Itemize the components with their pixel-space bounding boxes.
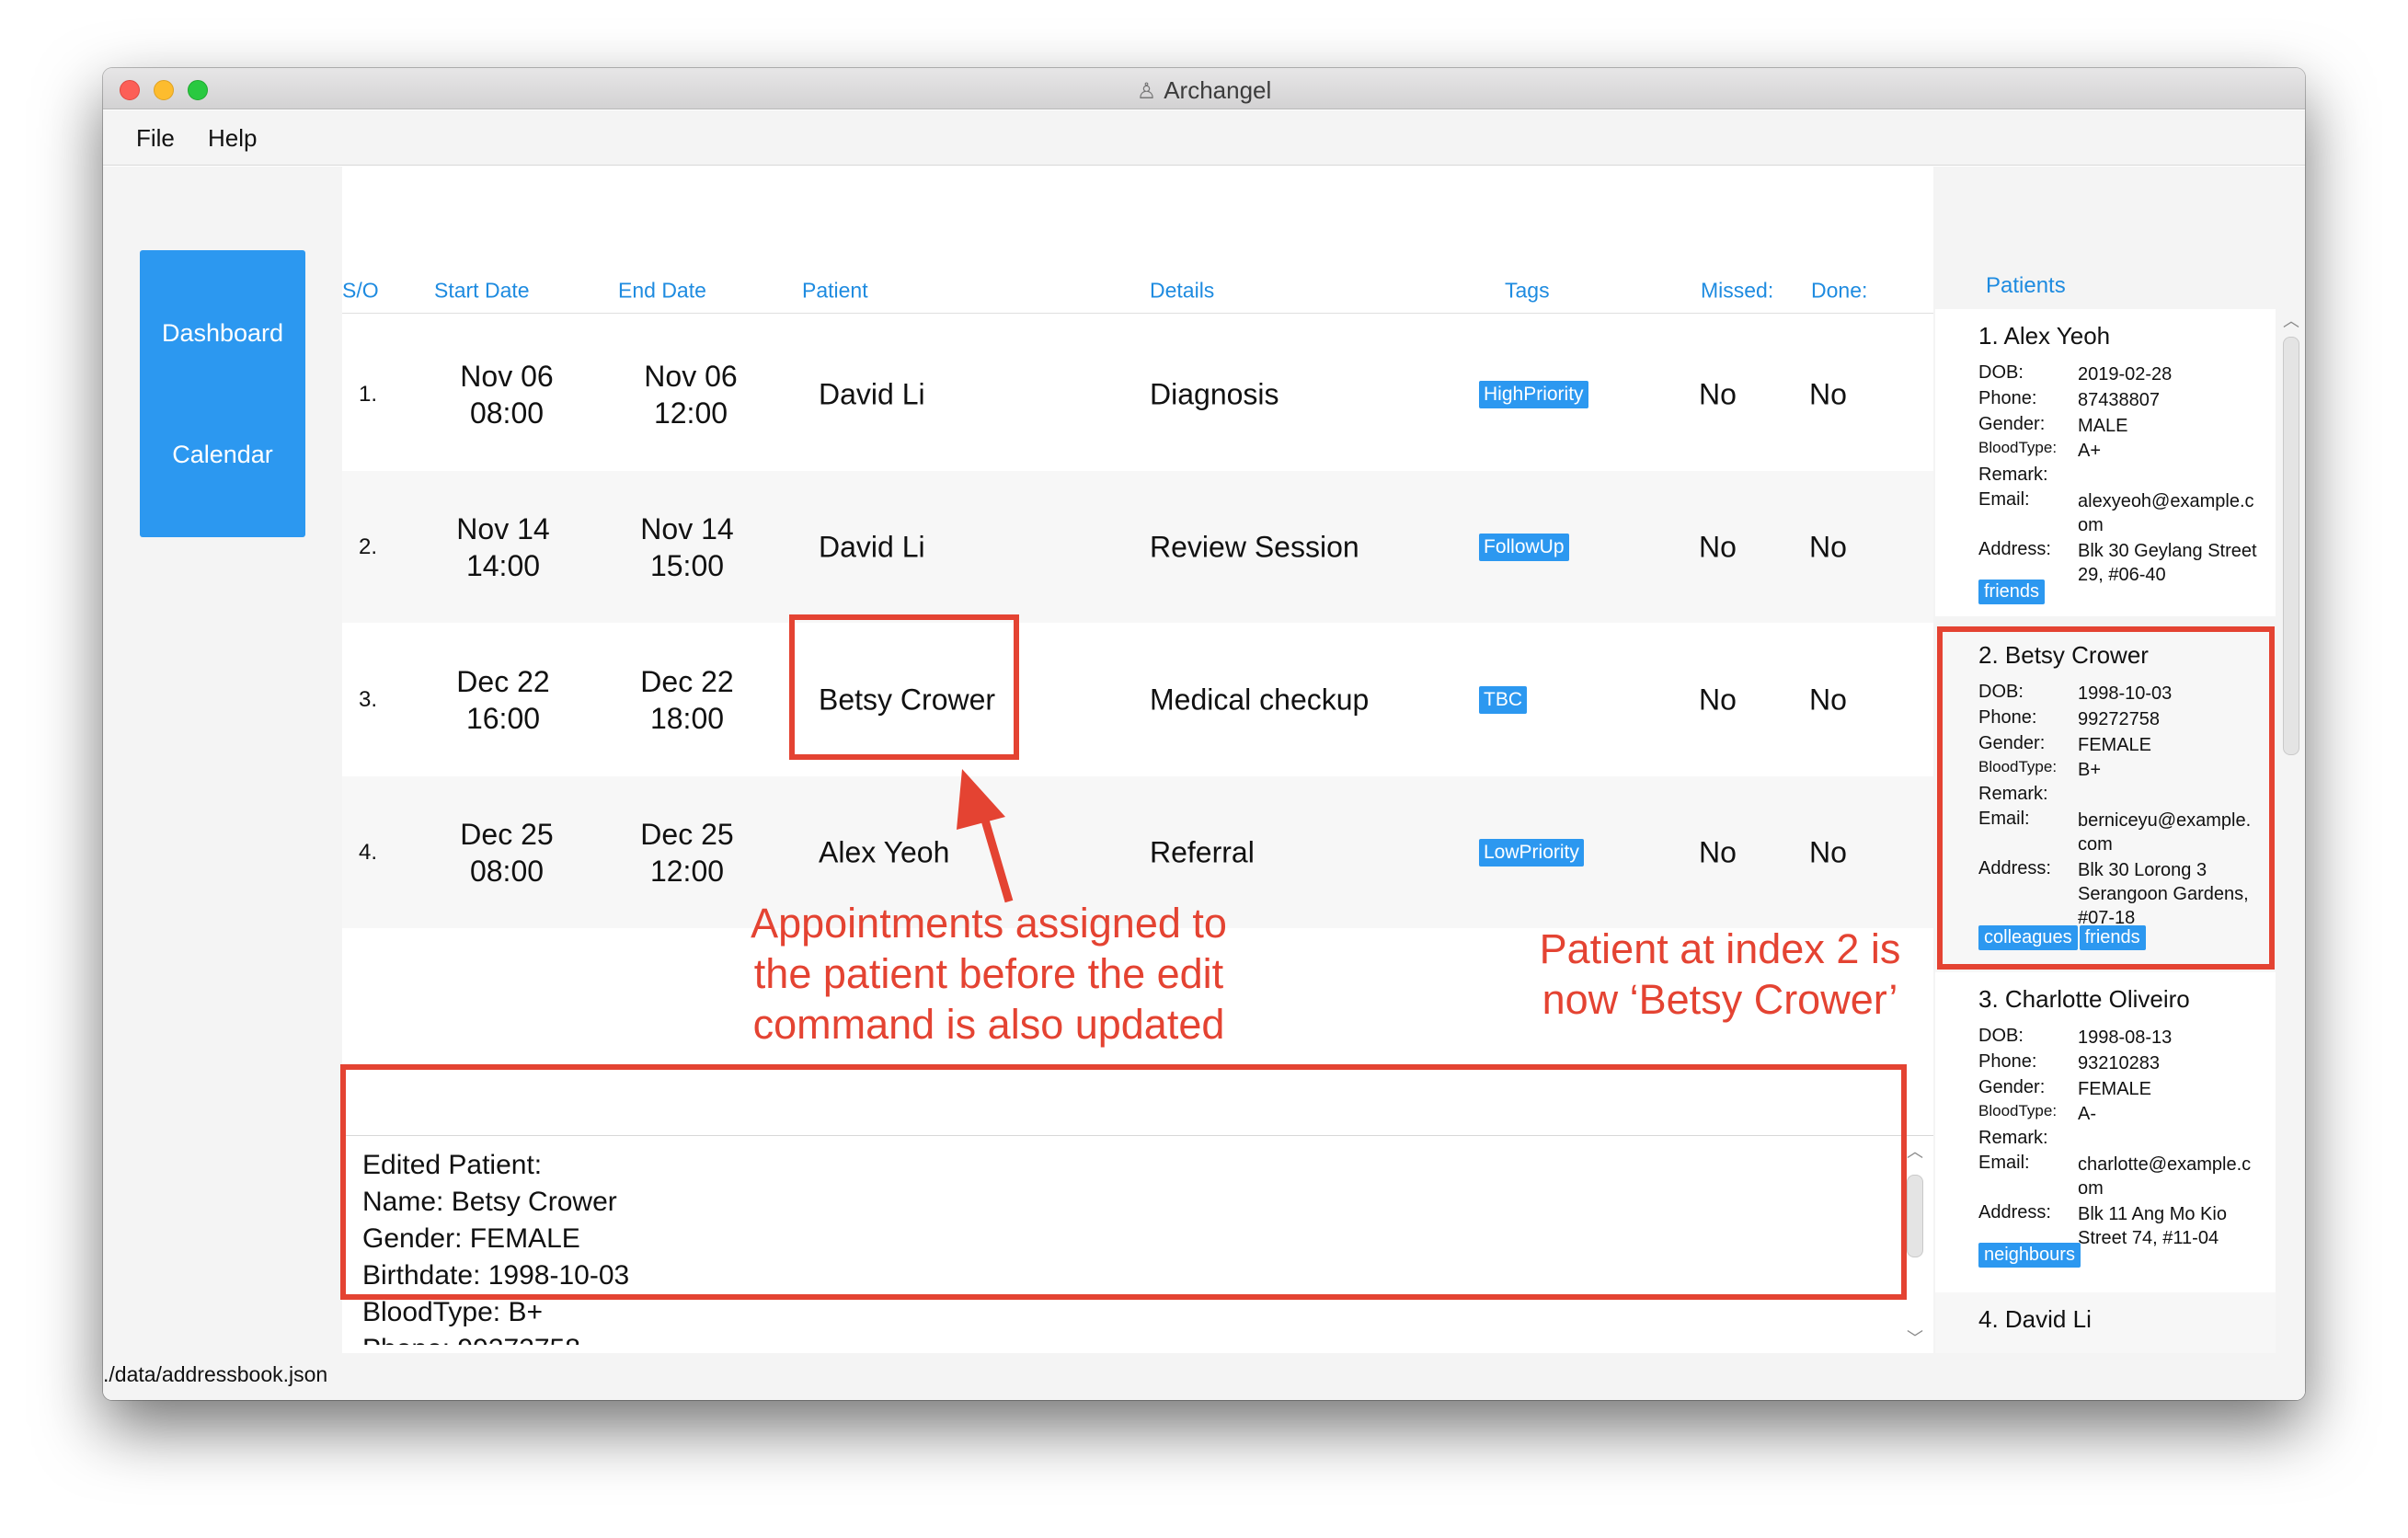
annotation-line: now ‘Betsy Crower’: [1542, 976, 1898, 1023]
arrow-head-icon: [957, 769, 1005, 830]
annotation-text-left: Appointments assigned to the patient bef…: [699, 898, 1279, 1050]
annotation-arrow: [957, 769, 1014, 903]
annotation-line: Patient at index 2 is: [1539, 925, 1901, 972]
annotation-line: the patient before the edit: [753, 950, 1224, 997]
annotation-line: command is also updated: [752, 1001, 1225, 1048]
annotation-text-right: Patient at index 2 is now ‘Betsy Crower’: [1490, 924, 1950, 1025]
annotation-line: Appointments assigned to: [751, 900, 1227, 947]
